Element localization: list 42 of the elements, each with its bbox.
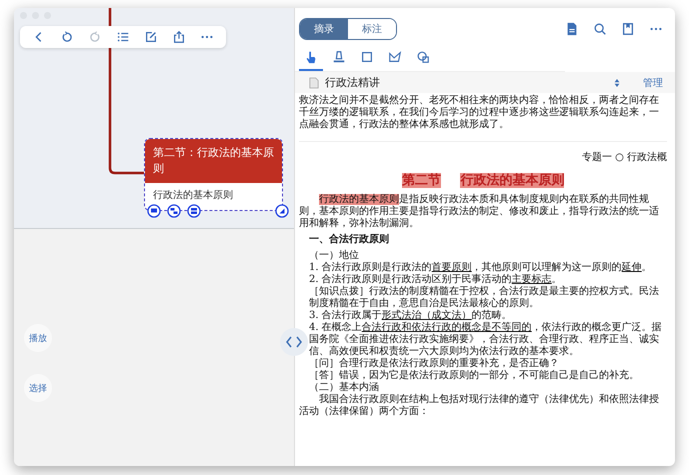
- node-title: 第二节：行政法的基本原则: [145, 139, 282, 183]
- share-icon[interactable]: [172, 30, 186, 44]
- mind-map-node[interactable]: 第二节：行政法的基本原则 行政法的基本原则: [144, 138, 283, 211]
- panel-toggle-icon[interactable]: [279, 327, 309, 357]
- document-text: 行政法的基本原则是指反映行政法本质和具体制度规则内在联系的共同性规则，基本原则的作用主要是指导行政法的制定、修改和废止，指导行政法的统一适用和解释，弥补法制漏洞。: [299, 194, 660, 230]
- lasso-icon: [388, 50, 402, 64]
- document-text: 第二节 行政法的基本原则: [400, 172, 566, 190]
- document-text: 我国合法行政原则在结构上包括对现行法律的遵守（法律优先）和依照法律授活动（法律保留）两个方面：: [299, 394, 660, 418]
- search-icon[interactable]: [593, 22, 607, 36]
- resize-handle-icon[interactable]: [275, 204, 289, 218]
- document-text: 4. 在概念上合法行政和依法行政的概念是不等同的，依法行政的概念更广泛。据国务院《全面推进依法行政实施纲要》，合法行政、合理行政、程序正当、诚实信、高效便民和权责统一六大原则均为依法行政的基本要求。: [308, 322, 663, 358]
- document-text: ［答］错误，因为它是依法行政原则的一部分，不可能自己是自己的补充。: [308, 370, 640, 382]
- document-text: ［知识点拨］行政法的制度精髓在于控权，合法行政是最主要的控权方式。民法制度精髓在于自由，意思自治是民法最核心的原则。: [308, 286, 660, 310]
- manage-link[interactable]: 管理: [627, 76, 663, 90]
- document-text: 专题一 ○ 行政法概: [580, 152, 667, 164]
- sort-icon[interactable]: [613, 76, 621, 88]
- document-text: 3. 合法行政属于形式法治（成文法）的范畴。: [308, 310, 513, 322]
- edit-icon[interactable]: [144, 30, 158, 44]
- undo-icon[interactable]: [60, 30, 74, 44]
- document-text: 一、合法行政原则: [308, 234, 390, 246]
- hand-pointer-icon: [304, 50, 318, 64]
- highlighter-icon: [332, 50, 346, 64]
- link-handle-icon[interactable]: [167, 204, 181, 218]
- comment-handle-icon[interactable]: [147, 204, 161, 218]
- document-text: （一）地位: [308, 250, 360, 262]
- stamp-icon: [416, 50, 430, 64]
- document-text: 1. 合法行政原则是行政法的首要原则，其他原则可以理解为这一原则的延伸。: [308, 262, 653, 274]
- document-title: 行政法精讲: [325, 75, 380, 90]
- layout-handle-icon[interactable]: [187, 204, 201, 218]
- document-text: （二）基本内涵: [308, 382, 380, 394]
- list-icon[interactable]: [116, 30, 130, 44]
- file-icon: [309, 76, 319, 88]
- node-note: 行政法的基本原则: [152, 188, 234, 203]
- bookmark-icon[interactable]: [621, 22, 635, 36]
- document-text: 2. 合法行政原则是行政活动区别于民事活动的主要标志。: [308, 274, 563, 286]
- view-tab[interactable]: 摘录: [300, 19, 348, 39]
- mode-button[interactable]: 选择: [24, 374, 52, 402]
- document-text: ［问］合理行政是依法行政原则的重要补充，是否正确？: [308, 358, 560, 370]
- rectangle-icon: [360, 50, 374, 64]
- document-text: 救济法之间并不是截然分开、老死不相往来的两块内容，恰恰相反，两者之间存在千丝万缕的逻辑联系，在我们今后学习的过程中逐步将这些逻辑联系勾连起来，一点融会贯通，行政法的整体体系感也就形成了。: [299, 95, 667, 142]
- mode-button[interactable]: 播放: [24, 324, 52, 352]
- document-icon[interactable]: [565, 22, 579, 36]
